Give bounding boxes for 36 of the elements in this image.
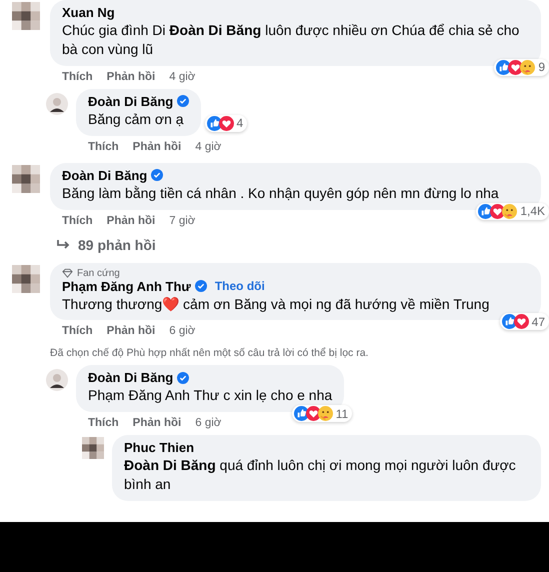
comment-text: Đoàn Di Băng quá đỉnh luôn chị ơi mong mọi người luôn được bình an bbox=[124, 456, 517, 494]
like-button[interactable]: Thích bbox=[62, 214, 93, 227]
comment-text: Chúc gia đình Di Đoàn Di Băng luôn được nhiều ơn Chúa để chia sẻ cho bà con vùng lũ bbox=[62, 21, 520, 59]
comment-time[interactable]: 6 giờ bbox=[169, 325, 196, 338]
author-name[interactable]: Phạm Đăng Anh Thư bbox=[62, 278, 191, 294]
author-name[interactable]: Đoàn Di Băng bbox=[62, 168, 148, 183]
comment-time[interactable]: 6 giờ bbox=[195, 417, 222, 430]
reply-button[interactable]: Phản hồi bbox=[106, 325, 156, 338]
author-name[interactable]: Phuc Thien bbox=[124, 440, 194, 456]
comment-time[interactable]: 7 giờ bbox=[169, 214, 196, 227]
like-button[interactable]: Thích bbox=[88, 140, 119, 153]
comment-text: Băng cảm ơn ạ bbox=[88, 110, 185, 129]
reaction-summary[interactable]: 47 bbox=[500, 313, 549, 330]
like-button[interactable]: Thích bbox=[62, 70, 93, 83]
follow-link[interactable]: Theo dõi bbox=[214, 279, 265, 294]
reply-button[interactable]: Phản hồi bbox=[106, 214, 156, 227]
author-name[interactable]: Xuan Ng bbox=[62, 5, 115, 20]
comment-time[interactable]: 4 giờ bbox=[169, 70, 196, 83]
comment-text: Phạm Đăng Anh Thư c xin lẹ cho e nha bbox=[88, 386, 332, 406]
comment-text: Băng làm bằng tiền cá nhân . Ko nhận quyên góp nên mn đừng lo nha bbox=[62, 184, 500, 203]
view-replies-button[interactable]: 89 phản hồi bbox=[56, 236, 156, 253]
reaction-summary[interactable]: 9 bbox=[494, 58, 549, 76]
like-button[interactable]: Thích bbox=[62, 325, 93, 338]
reply-button[interactable]: Phản hồi bbox=[106, 70, 156, 83]
filter-notice: Đã chọn chế độ Phù hợp nhất nên một số câu trả lời có thể bị lọc ra. bbox=[50, 347, 368, 360]
author-name[interactable]: Đoàn Di Băng bbox=[88, 370, 174, 386]
comment-time[interactable]: 4 giờ bbox=[195, 140, 222, 153]
badge-label: Fan cứng bbox=[77, 268, 120, 279]
like-button[interactable]: Thích bbox=[88, 417, 119, 430]
author-name[interactable]: Đoàn Di Băng bbox=[88, 94, 174, 109]
comment-text: Thương thương❤ cảm ơn Băng và mọi ng đã hướng về miền Trung bbox=[62, 294, 490, 314]
reaction-summary[interactable]: 11 bbox=[292, 405, 352, 422]
reply-button[interactable]: Phản hồi bbox=[132, 140, 182, 153]
reaction-summary[interactable]: 4 bbox=[204, 114, 248, 132]
reply-button[interactable]: Phản hồi bbox=[132, 417, 182, 430]
reaction-summary[interactable]: 1,4K bbox=[476, 202, 549, 220]
